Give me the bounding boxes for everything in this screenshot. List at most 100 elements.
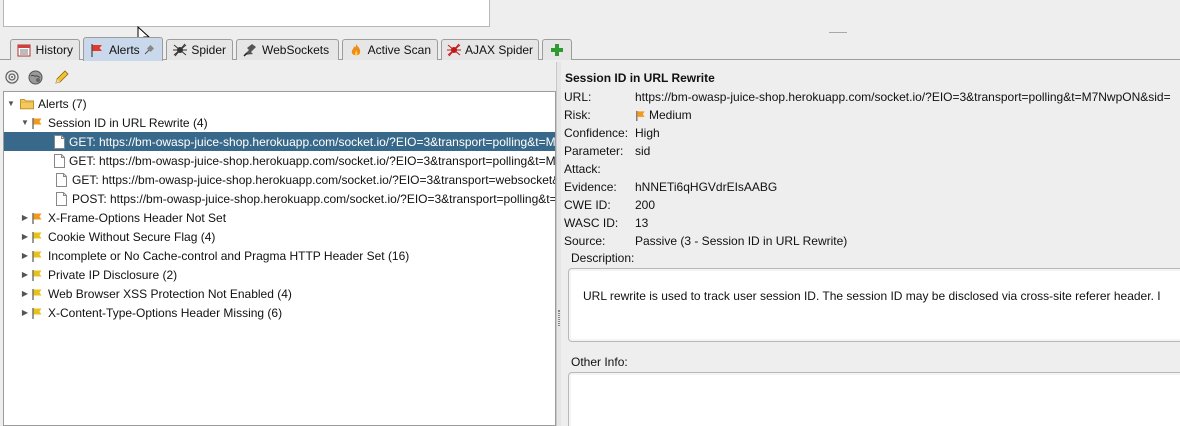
folder-icon xyxy=(20,97,34,111)
tab-history[interactable]: History xyxy=(10,39,80,60)
expand-toggle-icon[interactable]: ▼ xyxy=(6,99,16,108)
tree-alert-url: GET: https://bm-owasp-juice-shop.herokua… xyxy=(69,153,556,168)
detail-label: URL: xyxy=(564,90,592,104)
tree-group-cache-control[interactable]: ▶ Incomplete or No Cache-control and Pra… xyxy=(20,246,555,265)
document-icon xyxy=(54,191,68,206)
tab-alerts-label: Alerts xyxy=(109,42,140,57)
detail-label: Source: xyxy=(564,234,606,248)
request-text-area[interactable] xyxy=(3,0,490,27)
tree-alert-instance[interactable]: GET: https://bm-owasp-juice-shop.herokua… xyxy=(4,132,556,151)
splitter-grip[interactable] xyxy=(558,310,560,326)
tree-alert-instance[interactable]: GET: https://bm-owasp-juice-shop.herokua… xyxy=(4,170,556,189)
detail-label: WASC ID: xyxy=(564,216,619,230)
collapse-toggle-icon[interactable]: ▶ xyxy=(20,213,30,222)
tree-root-alerts[interactable]: ▼ Alerts (7) xyxy=(6,94,555,113)
other-info-label: Other Info: xyxy=(571,355,628,369)
tree-group-label: Private IP Disclosure (2) xyxy=(48,267,178,282)
collapse-toggle-icon[interactable]: ▶ xyxy=(20,232,30,241)
detail-parameter-value: sid xyxy=(635,144,651,158)
flag-yellow-icon xyxy=(30,230,44,244)
tree-root-label: Alerts (7) xyxy=(38,96,87,111)
detail-url-value: https://bm-owasp-juice-shop.herokuapp.co… xyxy=(635,90,1171,104)
detail-cwe-row: CWE ID: 200 xyxy=(564,196,655,214)
detail-risk-value: Medium xyxy=(649,108,692,122)
tree-group-private-ip[interactable]: ▶ Private IP Disclosure (2) xyxy=(20,265,555,284)
tree-alert-instance[interactable]: GET: https://bm-owasp-juice-shop.herokua… xyxy=(4,151,556,170)
detail-source-row: Source: Passive (3 - Session ID in URL R… xyxy=(564,232,847,250)
tree-group-content-type-options[interactable]: ▶ X-Content-Type-Options Header Missing … xyxy=(20,303,555,322)
document-icon xyxy=(54,153,65,168)
tree-alert-instance[interactable]: POST: https://bm-owasp-juice-shop.heroku… xyxy=(4,189,556,208)
description-text: URL rewrite is used to track user sessio… xyxy=(583,289,1161,303)
detail-wasc-row: WASC ID: 13 xyxy=(564,214,648,232)
globe-icon[interactable] xyxy=(26,68,44,86)
target-icon[interactable] xyxy=(3,68,21,86)
flame-icon xyxy=(348,43,364,57)
flag-orange-icon xyxy=(635,110,646,121)
spider-icon xyxy=(172,43,187,57)
tree-group-label: Session ID in URL Rewrite (4) xyxy=(48,115,208,130)
detail-parameter-row: Parameter: sid xyxy=(564,142,650,160)
tree-group-x-frame-options[interactable]: ▶ X-Frame-Options Header Not Set xyxy=(20,208,555,227)
tab-ajax-spider[interactable]: AJAX Spider xyxy=(441,39,539,60)
collapse-toggle-icon[interactable]: ▶ xyxy=(20,289,30,298)
tab-ajax-spider-label: AJAX Spider xyxy=(465,43,534,57)
tab-active-scan-label: Active Scan xyxy=(367,43,431,57)
tab-alerts[interactable]: Alerts xyxy=(83,37,163,61)
vertical-split-grip[interactable] xyxy=(829,32,847,34)
collapse-toggle-icon[interactable]: ▶ xyxy=(20,308,30,317)
alerts-tree[interactable]: ▼ Alerts (7) ▼ Session ID in URL Rewrite… xyxy=(3,91,556,426)
tab-websockets[interactable]: WebSockets xyxy=(236,39,339,60)
flag-orange-icon xyxy=(30,211,44,225)
detail-evidence-row: Evidence: hNNETi6qHGVdrEIsAABG xyxy=(564,178,777,196)
detail-label: Confidence: xyxy=(564,126,629,140)
plus-icon xyxy=(549,43,565,57)
tree-group-label: Cookie Without Secure Flag (4) xyxy=(48,229,216,244)
detail-attack-row: Attack: xyxy=(564,160,635,178)
collapse-toggle-icon[interactable]: ▶ xyxy=(20,270,30,279)
tab-spider[interactable]: Spider xyxy=(166,39,233,60)
detail-evidence-value: hNNETi6qHGVdrEIsAABG xyxy=(635,180,778,194)
document-icon xyxy=(54,134,65,149)
tree-group-label: X-Frame-Options Header Not Set xyxy=(48,210,227,225)
tab-active-scan[interactable]: Active Scan xyxy=(342,39,438,60)
detail-label: CWE ID: xyxy=(564,198,611,212)
calendar-icon xyxy=(16,43,32,57)
expand-toggle-icon[interactable]: ▼ xyxy=(20,118,30,127)
flag-yellow-icon xyxy=(30,249,44,263)
detail-confidence-value: High xyxy=(635,126,660,140)
detail-url-row: URL: https://bm-owasp-juice-shop.herokua… xyxy=(564,88,1171,106)
tree-group-session-id[interactable]: ▼ Session ID in URL Rewrite (4) xyxy=(20,113,555,132)
tree-group-xss-protection[interactable]: ▶ Web Browser XSS Protection Not Enabled… xyxy=(20,284,555,303)
alert-details-panel: Session ID in URL Rewrite URL: https://b… xyxy=(561,66,1180,426)
alerts-toolbar xyxy=(0,66,556,88)
tree-alert-url: GET: https://bm-owasp-juice-shop.herokua… xyxy=(69,134,556,149)
tree-group-label: X-Content-Type-Options Header Missing (6… xyxy=(48,305,283,320)
bottom-tab-bar: History Alerts Spider WebSockets Active … xyxy=(0,37,1180,61)
document-icon xyxy=(54,172,68,187)
collapse-toggle-icon[interactable]: ▶ xyxy=(20,251,30,260)
detail-risk-row: Risk: Medium xyxy=(564,106,692,124)
description-label: Description: xyxy=(571,251,635,265)
detail-label: Parameter: xyxy=(564,144,624,158)
tree-alert-url: GET: https://bm-owasp-juice-shop.herokua… xyxy=(72,172,556,187)
tree-alert-url: POST: https://bm-owasp-juice-shop.heroku… xyxy=(72,191,556,206)
websocket-icon xyxy=(242,43,258,57)
other-info-box[interactable] xyxy=(568,372,1180,426)
pin-icon[interactable] xyxy=(144,44,154,55)
detail-label: Attack: xyxy=(564,162,601,176)
detail-cwe-value: 200 xyxy=(635,198,656,212)
detail-label: Risk: xyxy=(564,108,591,122)
tree-group-cookie-secure[interactable]: ▶ Cookie Without Secure Flag (4) xyxy=(20,227,555,246)
detail-wasc-value: 13 xyxy=(635,216,649,230)
flag-yellow-icon xyxy=(30,306,44,320)
tab-history-label: History xyxy=(35,43,73,57)
pencil-icon[interactable] xyxy=(53,68,71,86)
flag-yellow-icon xyxy=(30,287,44,301)
add-tab-button[interactable] xyxy=(542,39,572,60)
flag-icon xyxy=(89,43,105,57)
tab-spider-label: Spider xyxy=(191,43,226,57)
detail-label: Evidence: xyxy=(564,180,617,194)
description-box[interactable]: URL rewrite is used to track user sessio… xyxy=(568,268,1180,342)
alert-title: Session ID in URL Rewrite xyxy=(565,71,715,85)
